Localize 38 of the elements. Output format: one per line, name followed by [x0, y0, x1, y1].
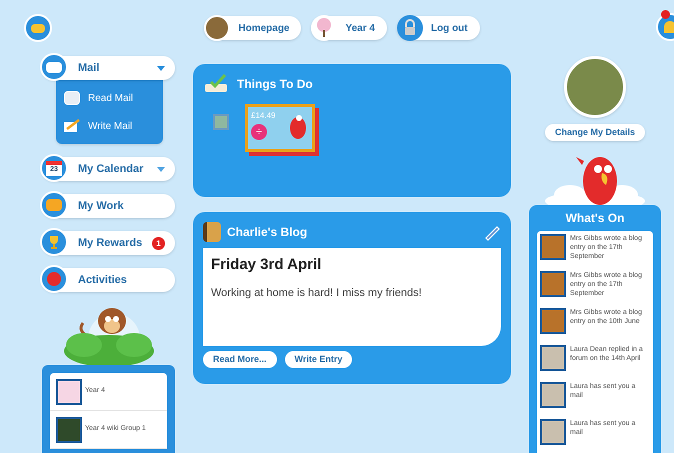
entry-text: Working at home is hard! I miss my friends!: [211, 286, 423, 300]
change-details-button[interactable]: Change My Details: [544, 124, 646, 141]
task-thumbnail[interactable]: [213, 114, 229, 130]
sidebar-item[interactable]: My Rewards 1: [42, 231, 175, 255]
pencil-envelope-icon: [64, 119, 80, 133]
nav-button[interactable]: Year 4: [311, 16, 387, 40]
lock-icon: [396, 15, 423, 41]
activity-photo-placeholder: [540, 308, 566, 334]
price-text: £14.49: [251, 110, 276, 122]
envelope-icon: [64, 91, 80, 105]
panel-title: What's On: [564, 210, 626, 227]
group-photo-placeholder: [56, 416, 82, 442]
divide-symbol: ÷: [251, 124, 267, 140]
submenu-item[interactable]: Read Mail: [56, 84, 163, 112]
caret-icon: [157, 166, 165, 172]
sidebar-item[interactable]: Mail: [42, 56, 175, 80]
group-photo-placeholder: [56, 378, 82, 404]
trophy-icon: [40, 228, 68, 256]
lion-photo-placeholder: [564, 56, 626, 118]
caret-icon: [157, 66, 165, 70]
card-title: Things To Do: [237, 76, 313, 93]
nav-button[interactable]: Homepage: [204, 16, 302, 40]
card-title: Charlie's Blog: [227, 224, 308, 241]
sidebar-item[interactable]: Activities: [42, 268, 175, 292]
activity-photo-placeholder: [540, 382, 566, 408]
nav-button[interactable]: Log out: [396, 16, 480, 40]
activity-photo-placeholder: [540, 234, 566, 260]
blog-button[interactable]: Write Entry: [284, 351, 352, 368]
activity-photo-placeholder: [540, 419, 566, 445]
blog-button[interactable]: Read More...: [203, 351, 277, 368]
activity-photo-placeholder: [540, 345, 566, 371]
book-icon: [203, 222, 221, 242]
entry-title: Friday 3rd April: [211, 255, 322, 275]
sidebar-item[interactable]: My Work: [42, 194, 175, 218]
submenu-item[interactable]: Write Mail: [56, 112, 163, 140]
count-badge: 1: [152, 236, 165, 250]
activity-photo-placeholder: [540, 271, 566, 297]
lion-photo-placeholder: [204, 15, 230, 41]
